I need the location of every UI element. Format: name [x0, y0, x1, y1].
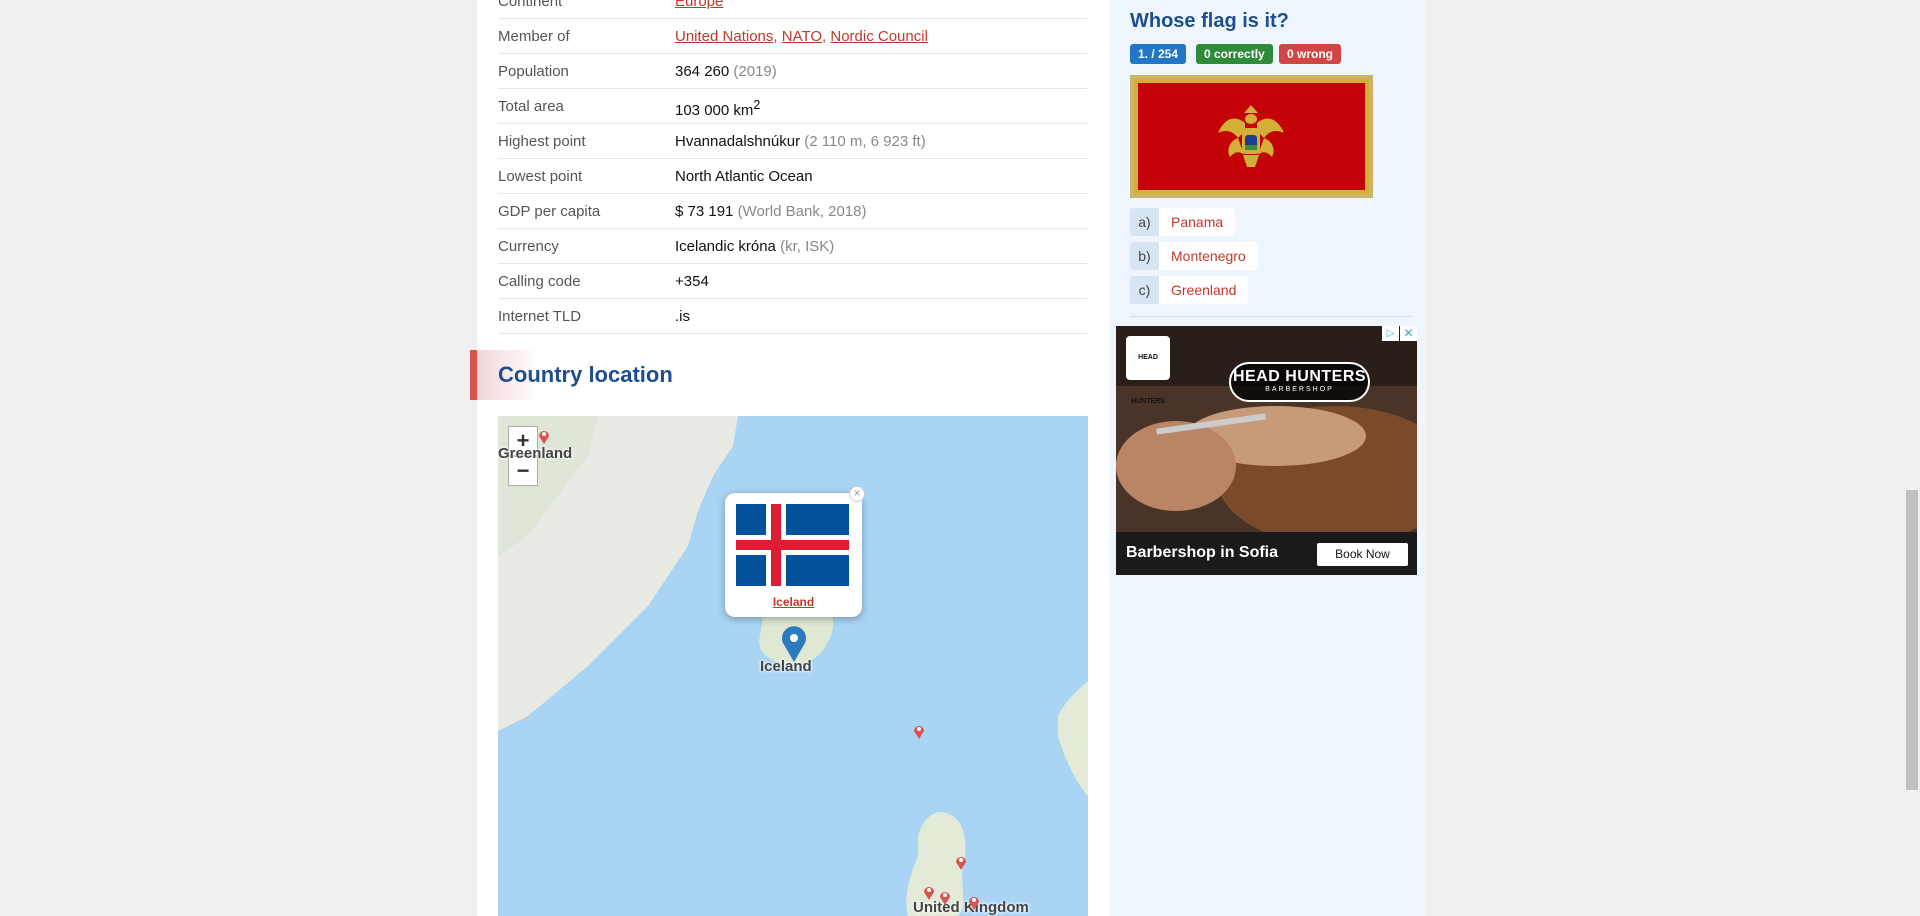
answer-text[interactable]: Panama — [1159, 208, 1236, 236]
fact-row-total-area: Total area 103 000 km2 — [498, 89, 1087, 124]
highest-point-value: Hvannadalshnúkur — [675, 133, 801, 150]
fact-label: Member of — [498, 28, 570, 45]
fact-value: Hvannadalshnúkur (2 110 m, 6 923 ft) — [675, 133, 926, 150]
fact-value: +354 — [675, 273, 709, 290]
answer-letter: c) — [1130, 276, 1159, 304]
fact-value: .is — [675, 308, 690, 325]
ad-text: Barbershop in Sofia — [1126, 544, 1279, 561]
fact-value: North Atlantic Ocean — [675, 168, 813, 185]
fact-label: Total area — [498, 98, 564, 115]
fact-row-highest-point: Highest point Hvannadalshnúkur (2 110 m,… — [498, 124, 1087, 159]
fact-value: United Nations, NATO, Nordic Council — [675, 28, 928, 45]
fact-value: $ 73 191 (World Bank, 2018) — [675, 203, 867, 220]
montenegro-flag-icon — [1138, 83, 1365, 190]
fact-value: Icelandic króna (kr, ISK) — [675, 238, 834, 255]
quiz-flag-frame — [1130, 75, 1373, 198]
answer-letter: b) — [1130, 242, 1159, 270]
ad-logo: HEAD HUNTERS — [1126, 336, 1170, 405]
area-unit-sup: 2 — [753, 98, 761, 112]
map-marker-icon[interactable] — [538, 428, 550, 444]
fact-label: Lowest point — [498, 168, 583, 185]
nato-link[interactable]: NATO — [782, 28, 822, 45]
close-icon[interactable]: ✕ — [1400, 326, 1417, 341]
currency-value: Icelandic króna — [675, 238, 776, 255]
nordic-council-link[interactable]: Nordic Council — [830, 28, 928, 45]
answer-letter: a) — [1130, 208, 1159, 236]
area-value: 103 000 km — [675, 102, 754, 119]
highest-point-note: (2 110 m, 6 923 ft) — [804, 133, 926, 150]
fact-label: Internet TLD — [498, 308, 582, 325]
greenland-label: Greenland — [498, 445, 573, 462]
map-marker-icon[interactable] — [968, 894, 980, 910]
iceland-flag-icon — [736, 504, 849, 586]
fact-row-population: Population 364 260 (2019) — [498, 54, 1087, 89]
fact-value: 364 260 (2019) — [675, 63, 777, 80]
quiz-correct-badge: 0 correctly — [1196, 44, 1273, 64]
quiz-title: Whose flag is it? — [1130, 10, 1289, 32]
map-marker-icon[interactable] — [955, 854, 967, 870]
un-link[interactable]: United Nations — [675, 28, 773, 45]
fact-row-gdp: GDP per capita $ 73 191 (World Bank, 201… — [498, 194, 1087, 229]
map-popup: × Iceland — [725, 486, 865, 617]
scrollbar-thumb[interactable] — [1906, 490, 1918, 790]
quiz-wrong-badge: 0 wrong — [1279, 44, 1342, 64]
ad-brand: HEAD HUNTERS BARBERSHOP — [1229, 362, 1370, 402]
fact-row-tld: Internet TLD .is — [498, 299, 1087, 334]
map-marker-icon[interactable] — [923, 884, 935, 900]
fact-row-lowest-point: Lowest point North Atlantic Ocean — [498, 159, 1087, 194]
ad-choices-icon[interactable]: ▷ — [1382, 326, 1399, 341]
quiz-progress-badge: 1. / 254 — [1130, 44, 1187, 64]
selected-marker-icon[interactable] — [781, 626, 807, 662]
popup-close-icon[interactable]: × — [849, 486, 865, 502]
section-title: Country location — [498, 362, 673, 387]
ad-footer: Barbershop in Sofia Book Now — [1116, 532, 1417, 575]
facts-table: Continent Europe Member of United Nation… — [498, 0, 1087, 334]
fact-value: 103 000 km2 — [675, 98, 760, 119]
continent-link[interactable]: Europe — [675, 0, 723, 10]
fact-row-member-of: Member of United Nations, NATO, Nordic C… — [498, 19, 1087, 54]
fact-label: Currency — [498, 238, 559, 255]
scrollbar[interactable] — [1904, 0, 1920, 916]
book-now-button[interactable]: Book Now — [1317, 543, 1408, 566]
fact-label: Calling code — [498, 273, 581, 290]
sidebar: Whose flag is it? 1. / 254 0 correctly 0… — [1109, 0, 1426, 916]
answer-text[interactable]: Greenland — [1159, 276, 1249, 304]
fact-label: Highest point — [498, 133, 586, 150]
answer-text[interactable]: Montenegro — [1159, 242, 1258, 270]
fact-label: GDP per capita — [498, 203, 601, 220]
popup-country-link[interactable]: Iceland — [725, 595, 862, 609]
main-content: Continent Europe Member of United Nation… — [470, 0, 1109, 916]
ad-brand-name: HEAD HUNTERS — [1232, 368, 1367, 385]
map-marker-icon[interactable] — [913, 723, 925, 739]
fact-value: Europe — [675, 0, 723, 10]
population-note: (2019) — [733, 63, 777, 80]
fact-row-continent: Continent Europe — [498, 0, 1087, 19]
gdp-note: (World Bank, 2018) — [737, 203, 867, 220]
fact-label: Continent — [498, 0, 563, 10]
ad-brand-sub: BARBERSHOP — [1265, 386, 1334, 393]
population-value: 364 260 — [675, 63, 730, 80]
gdp-value: $ 73 191 — [675, 203, 734, 220]
currency-note: (kr, ISK) — [780, 238, 835, 255]
advertisement[interactable]: HEAD HUNTERS HEAD HUNTERS BARBERSHOP ▷ ✕… — [1116, 326, 1417, 575]
country-map[interactable]: + − Greenland Iceland United Kingdom × I… — [498, 416, 1088, 916]
sidebar-divider — [1130, 316, 1411, 317]
fact-label: Population — [498, 63, 569, 80]
map-marker-icon[interactable] — [939, 889, 951, 905]
fact-row-currency: Currency Icelandic króna (kr, ISK) — [498, 229, 1087, 264]
fact-row-calling-code: Calling code +354 — [498, 264, 1087, 299]
